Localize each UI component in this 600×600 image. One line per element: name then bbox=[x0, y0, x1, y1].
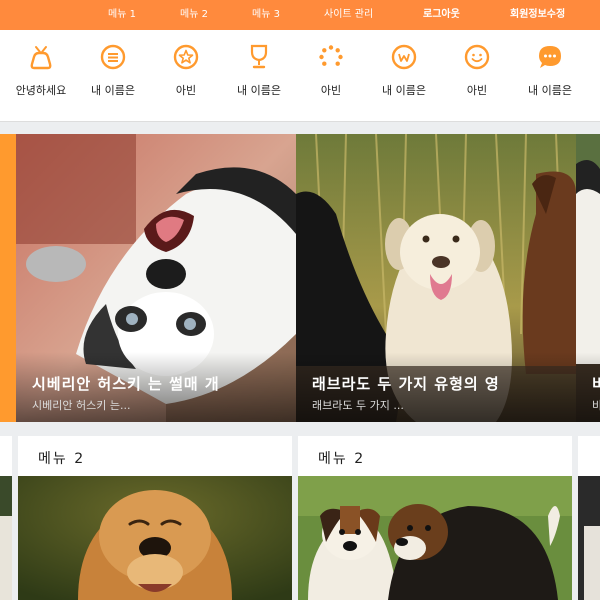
nav-label: 내 이름은 bbox=[528, 84, 572, 97]
w-icon bbox=[391, 44, 417, 70]
icon-navigation: 안녕하세요 내 이름은 아빈 내 이름은 아빈 내 이름은 아빈 내 이름은 bbox=[0, 30, 600, 122]
logout-link[interactable]: 로그아웃 bbox=[423, 0, 460, 30]
card-title[interactable]: 메뉴 2 bbox=[38, 448, 85, 468]
nav-label: 아빈 bbox=[466, 84, 488, 97]
tv-icon bbox=[30, 46, 52, 70]
nav-label: 아빈 bbox=[320, 84, 342, 97]
top-menu-3[interactable]: 메뉴 3 bbox=[252, 0, 280, 30]
card-partial-left[interactable] bbox=[0, 436, 12, 600]
nav-item-1[interactable]: 안녕하세요 bbox=[6, 44, 76, 110]
beagle-puppies-photo bbox=[298, 476, 572, 600]
carousel-slide-prev[interactable] bbox=[0, 134, 16, 422]
golden-retriever-photo bbox=[18, 476, 292, 600]
slide-description: 시베리안 허스키 는... bbox=[32, 399, 131, 412]
dog-photo-partial bbox=[0, 476, 12, 600]
section-divider bbox=[0, 122, 600, 134]
image-carousel[interactable]: 시베리안 허스키 는 썰매 개 시베리안 허스키 는... 래브라도 두 가지 … bbox=[0, 134, 600, 422]
nav-item-5[interactable]: 아빈 bbox=[296, 44, 366, 110]
trophy-icon bbox=[250, 44, 268, 69]
chat-icon bbox=[539, 46, 561, 68]
carousel-slide-next[interactable]: 비 비 bbox=[576, 134, 600, 422]
card-beagle[interactable]: 메뉴 2 bbox=[298, 436, 572, 600]
list-icon bbox=[100, 44, 126, 70]
slide-title[interactable]: 래브라도 두 가지 유형의 영 bbox=[312, 373, 500, 394]
nav-label: 아빈 bbox=[175, 84, 197, 97]
edit-profile-link[interactable]: 회원정보수정 bbox=[510, 0, 565, 30]
slide-title[interactable]: 비 bbox=[592, 373, 600, 394]
top-menu-2[interactable]: 메뉴 2 bbox=[180, 0, 208, 30]
card-partial-right[interactable] bbox=[578, 436, 600, 600]
carousel-slide-labrador[interactable]: 래브라도 두 가지 유형의 영 래브라도 두 가지 ... bbox=[296, 134, 576, 422]
star-icon bbox=[173, 44, 199, 70]
nav-item-7[interactable]: 아빈 bbox=[442, 44, 512, 110]
nav-item-6[interactable]: 내 이름은 bbox=[369, 44, 439, 110]
carousel-slide-husky[interactable]: 시베리안 허스키 는 썰매 개 시베리안 허스키 는... bbox=[16, 134, 296, 422]
nav-item-4[interactable]: 내 이름은 bbox=[224, 44, 294, 110]
smile-icon bbox=[464, 44, 490, 70]
nav-item-3[interactable]: 아빈 bbox=[151, 44, 221, 110]
card-golden-retriever[interactable]: 메뉴 2 bbox=[18, 436, 292, 600]
card-title[interactable]: 메뉴 2 bbox=[318, 448, 365, 468]
top-menu-1[interactable]: 메뉴 1 bbox=[108, 0, 136, 30]
slide-description: 래브라도 두 가지 ... bbox=[312, 399, 404, 412]
section-divider bbox=[0, 422, 600, 436]
slide-description: 비 bbox=[592, 399, 600, 412]
nav-label: 내 이름은 bbox=[237, 84, 281, 97]
dog-photo-partial bbox=[578, 476, 600, 600]
slide-title[interactable]: 시베리안 허스키 는 썰매 개 bbox=[32, 373, 220, 394]
card-list: 메뉴 2 메뉴 2 bbox=[0, 436, 600, 600]
loading-icon bbox=[319, 45, 343, 66]
nav-item-2[interactable]: 내 이름은 bbox=[78, 44, 148, 110]
nav-label: 내 이름은 bbox=[91, 84, 135, 97]
nav-item-8[interactable]: 내 이름은 bbox=[515, 44, 585, 110]
top-menu-bar: 메뉴 1 메뉴 2 메뉴 3 사이트 관리 로그아웃 회원정보수정 bbox=[0, 0, 600, 30]
site-admin-link[interactable]: 사이트 관리 bbox=[324, 0, 373, 30]
nav-label: 안녕하세요 bbox=[15, 84, 67, 97]
nav-label: 내 이름은 bbox=[382, 84, 426, 97]
